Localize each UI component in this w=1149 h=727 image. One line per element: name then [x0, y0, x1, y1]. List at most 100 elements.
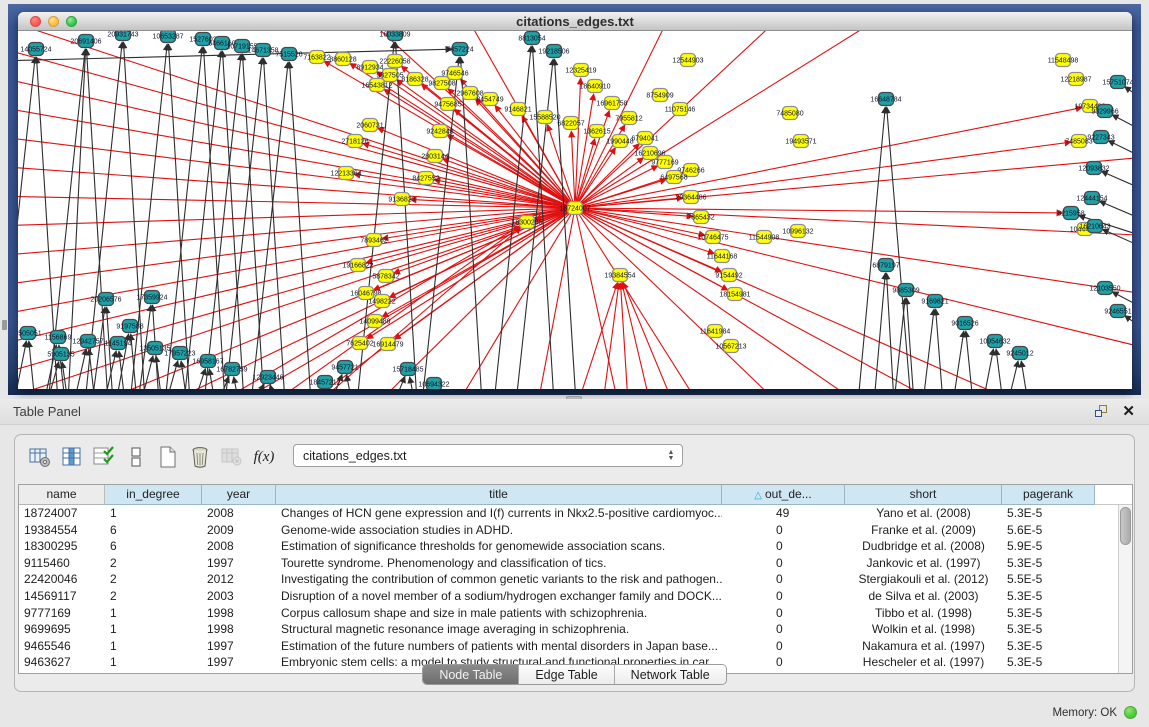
citation-edge[interactable]	[130, 44, 167, 389]
citation-edge[interactable]	[410, 377, 415, 389]
citation-node[interactable]: 15718485	[392, 363, 423, 376]
citation-node[interactable]: 10746475	[697, 231, 728, 244]
citation-node[interactable]: 9169821	[921, 295, 948, 308]
citation-edge[interactable]	[953, 331, 964, 389]
table-row[interactable]: 969969511998Structural magnetic resonanc…	[19, 621, 1118, 638]
tab-edge-table[interactable]: Edge Table	[519, 665, 614, 684]
citation-node[interactable]: 2803144	[421, 150, 448, 163]
citation-node[interactable]: 11544908	[749, 231, 780, 244]
delete-table-icon[interactable]	[217, 442, 247, 472]
citation-edge-selected[interactable]	[273, 227, 520, 389]
citation-edge[interactable]	[923, 309, 934, 389]
citation-edge[interactable]	[1021, 361, 1028, 389]
citation-edge-selected[interactable]	[18, 208, 575, 346]
table-row[interactable]: 1938455462009Genome-wide association stu…	[19, 522, 1118, 539]
control-panel-collapsed-handle[interactable]	[2, 320, 7, 330]
citation-node[interactable]: 1362615	[583, 125, 610, 138]
citation-node[interactable]: 9245012	[1006, 347, 1033, 360]
citation-node[interactable]: 12218987	[1060, 73, 1091, 86]
citation-node[interactable]: 12103550	[1089, 282, 1120, 295]
citation-node[interactable]: 6879197	[872, 259, 899, 272]
network-graph[interactable]: 1872400771638228860128891293422226058982…	[18, 31, 1132, 389]
citation-node[interactable]: 10954632	[979, 335, 1010, 348]
citation-node[interactable]: 15751074	[1102, 76, 1132, 89]
network-table-select[interactable]: citations_edges.txt ▲▼	[293, 444, 683, 467]
citation-edge[interactable]	[1099, 201, 1132, 226]
citation-edge-selected[interactable]	[18, 46, 575, 208]
table-row[interactable]: 911546021997Tourette syndrome. Phenomeno…	[19, 555, 1118, 572]
citation-edge[interactable]	[204, 54, 241, 389]
column-header-title[interactable]: title	[276, 485, 722, 505]
citation-edge[interactable]	[347, 375, 352, 389]
citation-node[interactable]: 22226058	[379, 55, 410, 68]
scrollbar-thumb[interactable]	[1120, 507, 1131, 545]
citation-node[interactable]: 7865432	[687, 211, 714, 224]
citation-node[interactable]: 19166822	[342, 259, 373, 272]
tab-node-table[interactable]: Node Table	[423, 665, 519, 684]
citation-node[interactable]: 18640910	[579, 80, 610, 93]
citation-node[interactable]: 18457212	[309, 376, 340, 389]
citation-edge[interactable]	[225, 58, 262, 389]
citation-edge[interactable]	[263, 58, 285, 389]
citation-node[interactable]: 7955812	[615, 112, 642, 125]
citation-node[interactable]: 16914479	[372, 338, 403, 351]
column-header-pagerank[interactable]: pagerank	[1002, 485, 1095, 505]
table-row[interactable]: 977716911998Corpus callosum shape and si…	[19, 605, 1118, 622]
citation-edge[interactable]	[983, 349, 993, 389]
citation-node[interactable]: 7857224	[446, 43, 473, 56]
citation-edge[interactable]	[203, 47, 225, 389]
citation-node[interactable]: 20931743	[107, 31, 138, 41]
citation-node[interactable]: 8860128	[329, 53, 356, 66]
citation-node[interactable]: 8215958	[1057, 207, 1084, 220]
citation-edge[interactable]	[1112, 115, 1132, 139]
citation-edge-selected[interactable]	[575, 208, 778, 389]
citation-node[interactable]: 9016526	[951, 317, 978, 330]
citation-node[interactable]: 9475685	[434, 98, 461, 111]
citation-node[interactable]: 19384554	[604, 269, 635, 282]
citation-edge[interactable]	[1125, 87, 1132, 110]
citation-node[interactable]: 11075146	[665, 103, 696, 116]
close-panel-icon[interactable]: ✕	[1122, 402, 1135, 420]
citation-edge[interactable]	[554, 59, 576, 389]
citation-node[interactable]: 6822057	[557, 117, 584, 130]
citation-node[interactable]: 10567213	[715, 340, 746, 353]
delete-column-trash-icon[interactable]	[185, 442, 215, 472]
citation-edge[interactable]	[907, 298, 914, 389]
citation-node[interactable]: 12213364	[330, 167, 361, 180]
table-row[interactable]: 946554611997Estimation of the future num…	[19, 638, 1118, 655]
citation-node[interactable]: 14099489	[359, 315, 390, 328]
citation-edge-selected[interactable]	[575, 148, 616, 208]
table-row[interactable]: 1456911722003Disruption of a novel membe…	[19, 588, 1118, 605]
citation-edge[interactable]	[165, 47, 202, 389]
citation-node[interactable]: 2718126	[341, 135, 368, 148]
float-panel-icon[interactable]	[1095, 405, 1109, 418]
citation-edge[interactable]	[270, 385, 275, 389]
function-builder-icon[interactable]: f(x)	[249, 442, 279, 472]
citation-node[interactable]: 15588520	[529, 111, 560, 124]
citation-node[interactable]: 8186328	[401, 73, 428, 86]
table-mode-icon[interactable]	[25, 442, 55, 472]
citation-edge-selected[interactable]	[620, 283, 628, 389]
citation-edge-selected[interactable]	[575, 208, 618, 389]
citation-node[interactable]: 20691406	[70, 35, 101, 48]
memory-status-indicator[interactable]	[1124, 706, 1137, 719]
citation-node[interactable]: 9246551	[1104, 305, 1131, 318]
citation-edge-selected[interactable]	[575, 208, 1132, 236]
citation-edge[interactable]	[894, 298, 905, 389]
citation-node[interactable]: 16648784	[870, 93, 901, 106]
table-row[interactable]: 1830029562008Estimation of significance …	[19, 538, 1118, 555]
citation-node[interactable]: 19218506	[538, 45, 569, 58]
citation-node[interactable]: 19493571	[785, 135, 816, 148]
citation-node[interactable]: 16961758	[596, 97, 627, 110]
citation-node[interactable]: 10996132	[782, 225, 813, 238]
column-header-year[interactable]: year	[202, 485, 276, 505]
citation-edge-selected[interactable]	[384, 89, 575, 208]
citation-node[interactable]: 16033809	[379, 31, 410, 41]
table-row[interactable]: 2242004622012Investigating the contribut…	[19, 571, 1118, 588]
column-header-short[interactable]: short	[845, 485, 1002, 505]
citation-edge[interactable]	[18, 341, 26, 389]
network-window-titlebar[interactable]: citations_edges.txt	[18, 12, 1132, 31]
citation-edge[interactable]	[209, 369, 215, 389]
citation-node[interactable]: 11548498	[1048, 54, 1079, 67]
show-columns-icon[interactable]	[57, 442, 87, 472]
